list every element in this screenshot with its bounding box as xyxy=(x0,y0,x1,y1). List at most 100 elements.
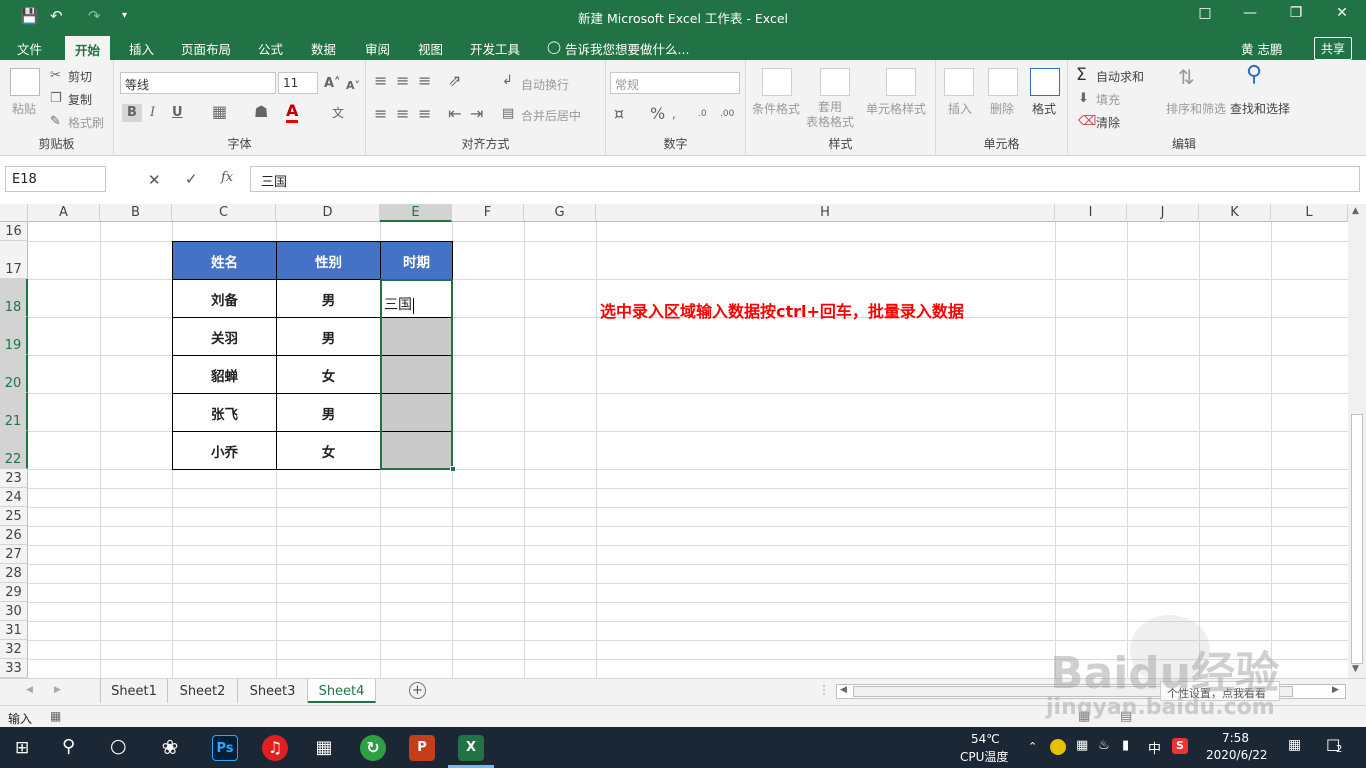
battery-icon[interactable]: ▮ xyxy=(1122,738,1129,753)
fill-handle[interactable] xyxy=(450,466,456,472)
cell-styles-icon[interactable] xyxy=(886,68,916,96)
sheet-tab-4[interactable]: Sheet4 xyxy=(308,679,376,703)
tab-data[interactable]: 数据 xyxy=(311,39,336,58)
share-button[interactable]: 共享 xyxy=(1313,37,1352,60)
browser-360-icon[interactable]: ↻ xyxy=(360,735,386,761)
column-header-f[interactable]: F xyxy=(452,204,524,222)
table-cell-name[interactable]: 刘备 xyxy=(172,279,277,318)
row-header-27[interactable]: 27 xyxy=(0,545,28,564)
align-center-icon[interactable]: ≡ xyxy=(396,105,409,123)
table-header-gender[interactable]: 性别 xyxy=(276,241,381,280)
search-icon[interactable]: ⚲ xyxy=(62,736,75,757)
worksheet-grid[interactable]: A B C D E F G H I J K L 16 17 18 19 20 2… xyxy=(0,204,1348,678)
cancel-entry-icon[interactable]: ✕ xyxy=(148,171,161,189)
column-header-g[interactable]: G xyxy=(524,204,596,222)
clock-time[interactable]: 7:58 xyxy=(1222,731,1249,745)
format-cells-icon[interactable] xyxy=(1030,68,1060,96)
clear-button[interactable]: 清除 xyxy=(1096,114,1120,131)
tab-page-layout[interactable]: 页面布局 xyxy=(181,39,231,58)
table-cell-name[interactable]: 貂蝉 xyxy=(172,355,277,394)
row-header-22[interactable]: 22 xyxy=(0,431,28,469)
table-header-period[interactable]: 时期 xyxy=(380,241,453,280)
name-box[interactable]: E18 xyxy=(5,166,106,192)
format-as-table-icon[interactable] xyxy=(820,68,850,96)
scroll-up-icon[interactable]: ▲ xyxy=(1352,206,1359,216)
row-header-29[interactable]: 29 xyxy=(0,583,28,602)
underline-button[interactable]: U xyxy=(172,104,183,122)
column-header-a[interactable]: A xyxy=(28,204,100,222)
scroll-left-icon[interactable]: ◀ xyxy=(840,685,847,695)
excel-taskbar-icon[interactable]: X xyxy=(458,735,484,761)
clock-date[interactable]: 2020/6/22 xyxy=(1206,748,1268,762)
row-header-19[interactable]: 19 xyxy=(0,317,28,355)
row-header-24[interactable]: 24 xyxy=(0,488,28,507)
cut-icon[interactable]: ✂ xyxy=(50,67,61,85)
decrease-font-icon[interactable]: A˅ xyxy=(346,77,360,95)
maximize-button[interactable]: ❐ xyxy=(1276,5,1316,21)
next-sheet-icon[interactable]: ▶ xyxy=(54,685,61,695)
copy-icon[interactable]: ❐ xyxy=(50,90,62,108)
format-as-table-button[interactable]: 套用 表格格式 xyxy=(806,100,854,130)
paste-button[interactable]: 粘贴 xyxy=(12,100,36,117)
user-name[interactable]: 黄 志鹏 xyxy=(1241,39,1282,58)
find-select-button[interactable]: 查找和选择 xyxy=(1230,100,1290,117)
decrease-indent-icon[interactable]: ⇤ xyxy=(448,105,461,123)
confirm-entry-icon[interactable]: ✓ xyxy=(185,170,198,188)
row-header-18[interactable]: 18 xyxy=(0,279,28,317)
sheet-tab-3[interactable]: Sheet3 xyxy=(238,679,308,703)
tab-file[interactable]: 文件 xyxy=(17,39,42,58)
fill-button[interactable]: 填充 xyxy=(1096,91,1120,108)
row-header-23[interactable]: 23 xyxy=(0,469,28,488)
table-cell-period[interactable] xyxy=(380,393,453,432)
tab-developer[interactable]: 开发工具 xyxy=(470,39,520,58)
sogou-ime-icon[interactable]: S xyxy=(1172,738,1188,754)
tray-expand-icon[interactable]: ⌃ xyxy=(1028,740,1037,753)
table-cell-period[interactable] xyxy=(380,355,453,394)
merge-icon[interactable]: ▤ xyxy=(502,105,514,123)
row-header-20[interactable]: 20 xyxy=(0,355,28,393)
table-cell-name[interactable]: 小乔 xyxy=(172,431,277,470)
tab-insert[interactable]: 插入 xyxy=(129,39,154,58)
row-header-33[interactable]: 33 xyxy=(0,659,28,678)
column-header-d[interactable]: D xyxy=(276,204,380,222)
font-name-select[interactable]: 等线 xyxy=(120,72,276,94)
tab-review[interactable]: 审阅 xyxy=(365,39,390,58)
tab-split-icon[interactable]: ⋮ xyxy=(818,683,830,697)
insert-cells-button[interactable]: 插入 xyxy=(948,100,972,117)
column-header-l[interactable]: L xyxy=(1271,204,1348,222)
align-right-icon[interactable]: ≡ xyxy=(418,105,431,123)
cell-styles-button[interactable]: 单元格样式 xyxy=(866,100,926,117)
bold-button[interactable]: B xyxy=(122,104,142,122)
volume-icon[interactable]: ♨ xyxy=(1098,738,1110,753)
sort-filter-icon[interactable]: ⇅ xyxy=(1178,67,1195,87)
phonetic-icon[interactable]: 文 xyxy=(332,104,344,122)
column-header-c[interactable]: C xyxy=(172,204,276,222)
table-cell-gender[interactable]: 女 xyxy=(276,355,381,394)
delete-cells-button[interactable]: 删除 xyxy=(990,100,1014,117)
pinwheel-app-icon[interactable]: ❀ xyxy=(157,735,183,761)
find-select-icon[interactable]: ⚲ xyxy=(1246,64,1262,86)
row-header-31[interactable]: 31 xyxy=(0,621,28,640)
copy-button[interactable]: 复制 xyxy=(68,91,92,108)
table-cell-period[interactable] xyxy=(380,317,453,356)
wrap-text-icon[interactable]: ↲ xyxy=(502,72,513,90)
photoshop-icon[interactable]: Ps xyxy=(212,735,238,761)
format-painter-icon[interactable]: ✎ xyxy=(50,113,61,131)
tell-me-box[interactable]: 告诉我您想要做什么... xyxy=(565,39,689,58)
font-size-select[interactable]: 11 xyxy=(278,72,318,94)
align-top-icon[interactable]: ≡ xyxy=(374,72,387,90)
orientation-icon[interactable]: ⇗ xyxy=(448,72,461,90)
table-cell-period[interactable] xyxy=(380,431,453,470)
prev-sheet-icon[interactable]: ◀ xyxy=(26,685,33,695)
autosum-icon[interactable]: Σ xyxy=(1076,66,1087,84)
macro-record-icon[interactable]: ▦ xyxy=(50,709,61,723)
windows-start-icon[interactable]: ⊞ xyxy=(15,738,29,758)
row-header-32[interactable]: 32 xyxy=(0,640,28,659)
table-cell-gender[interactable]: 男 xyxy=(276,317,381,356)
sort-filter-button[interactable]: 排序和筛选 xyxy=(1166,100,1226,117)
ime-mode-indicator[interactable]: 中 xyxy=(1148,738,1161,757)
fill-icon[interactable]: ⬇ xyxy=(1078,90,1089,108)
active-cell-editor[interactable]: 三国 xyxy=(380,279,453,318)
increase-decimal-icon[interactable]: .0 xyxy=(698,105,707,123)
font-color-icon[interactable]: A xyxy=(286,102,299,123)
